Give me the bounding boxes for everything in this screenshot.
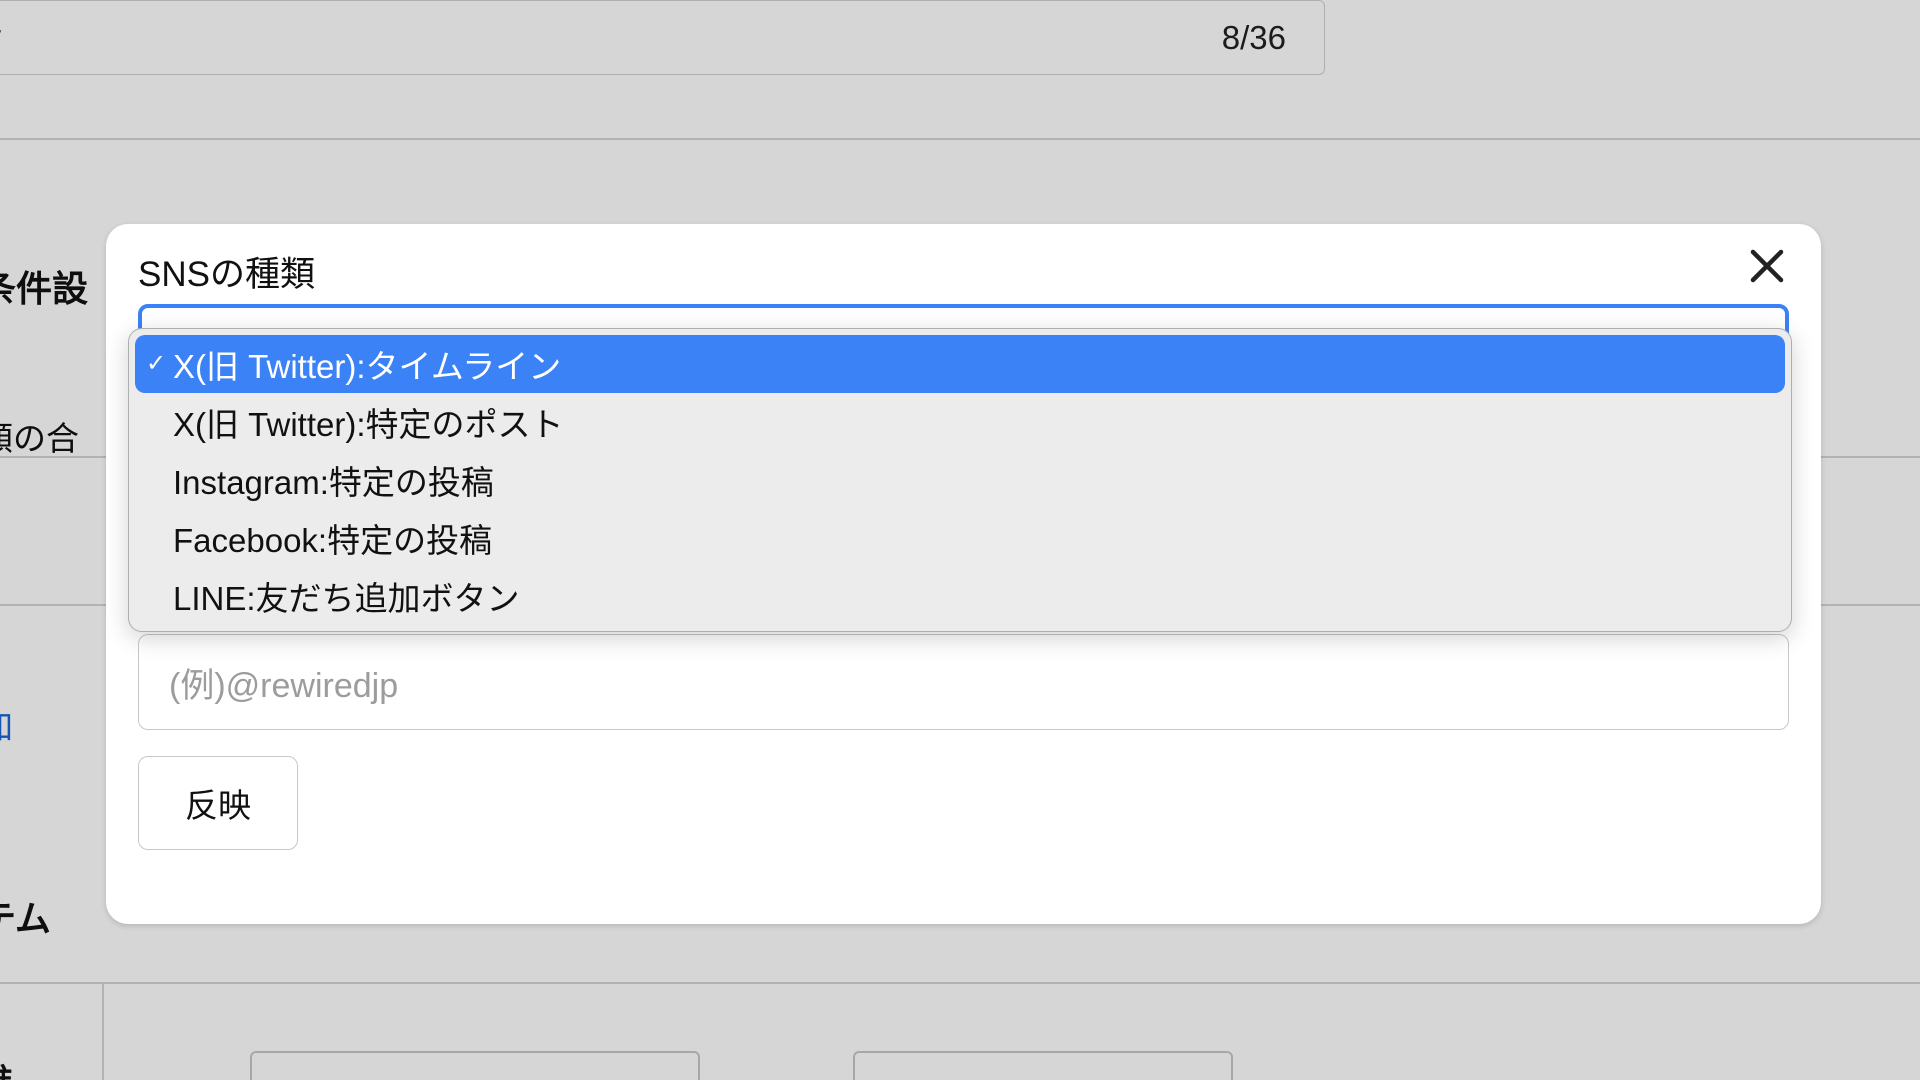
apply-button-label: 反映 xyxy=(185,779,251,827)
modal-header: SNSの種類 xyxy=(138,246,1789,300)
apply-button[interactable]: 反映 xyxy=(138,756,298,850)
check-icon xyxy=(145,411,167,433)
dropdown-option-label: X(旧 Twitter):特定のポスト xyxy=(173,398,564,446)
dropdown-option-label: Facebook:特定の投稿 xyxy=(173,514,492,562)
close-icon xyxy=(1747,246,1787,291)
dropdown-option-label: LINE:友だち追加ボタン xyxy=(173,572,520,620)
sns-type-dropdown: X(旧 Twitter):タイムライン X(旧 Twitter):特定のポスト … xyxy=(128,328,1792,632)
modal-title: SNSの種類 xyxy=(138,246,315,297)
sns-type-modal: SNSの種類 X(旧 Twitter):タイムライン X(旧 Twitter):… xyxy=(106,224,1821,924)
check-icon xyxy=(145,527,167,549)
sns-id-input[interactable]: (例)@rewiredjp xyxy=(138,634,1789,730)
dropdown-option-facebook-post[interactable]: Facebook:特定の投稿 xyxy=(135,509,1785,567)
sns-type-select[interactable]: X(旧 Twitter):タイムライン X(旧 Twitter):特定のポスト … xyxy=(138,304,1789,382)
dropdown-option-label: Instagram:特定の投稿 xyxy=(173,456,494,504)
check-icon xyxy=(145,585,167,607)
sns-id-input-placeholder: (例)@rewiredjp xyxy=(169,658,398,707)
dropdown-option-label: X(旧 Twitter):タイムライン xyxy=(173,340,561,388)
dropdown-option-instagram-post[interactable]: Instagram:特定の投稿 xyxy=(135,451,1785,509)
close-button[interactable] xyxy=(1745,246,1789,290)
check-icon xyxy=(145,353,167,375)
dropdown-option-x-timeline[interactable]: X(旧 Twitter):タイムライン xyxy=(135,335,1785,393)
dropdown-option-line-add-friend[interactable]: LINE:友だち追加ボタン xyxy=(135,567,1785,625)
check-icon xyxy=(145,469,167,491)
dropdown-option-x-post[interactable]: X(旧 Twitter):特定のポスト xyxy=(135,393,1785,451)
